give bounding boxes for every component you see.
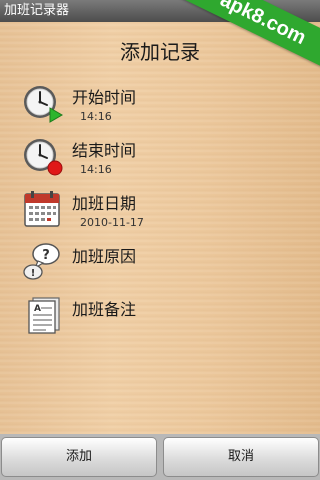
bottom-button-bar: 添加 取消 [0,434,320,480]
svg-text:?: ? [42,248,50,263]
notes-icon: A [28,297,60,334]
svg-text:A: A [34,304,41,314]
main-content: 添加记录 开始时间 14:16 结束时间 14:16 加班日期 2010-11-… [0,22,320,434]
notes-row[interactable]: A 加班备注 [20,294,300,344]
svg-text:!: ! [31,268,36,279]
start-time-row[interactable]: 开始时间 14:16 [20,82,300,132]
question-bubble-icon: ? ! [23,243,60,280]
app-title: 加班记录器 [4,3,70,18]
date-row[interactable]: 加班日期 2010-11-17 [20,188,300,238]
start-time-label: 开始时间 [72,88,137,107]
start-time-value: 14:16 [80,110,112,123]
reason-label: 加班原因 [72,247,137,266]
reason-row[interactable]: ? ! 加班原因 [20,241,300,291]
end-time-label: 结束时间 [72,141,137,160]
calendar-icon [24,191,60,227]
clock-start-icon [24,86,63,123]
end-time-row[interactable]: 结束时间 14:16 [20,135,300,185]
end-time-value: 14:16 [80,163,112,176]
date-label: 加班日期 [72,194,137,213]
add-button[interactable]: 添加 [1,437,157,477]
cancel-button[interactable]: 取消 [163,437,319,477]
clock-stop-icon [24,139,63,176]
notes-label: 加班备注 [72,300,137,319]
date-value: 2010-11-17 [80,216,144,229]
